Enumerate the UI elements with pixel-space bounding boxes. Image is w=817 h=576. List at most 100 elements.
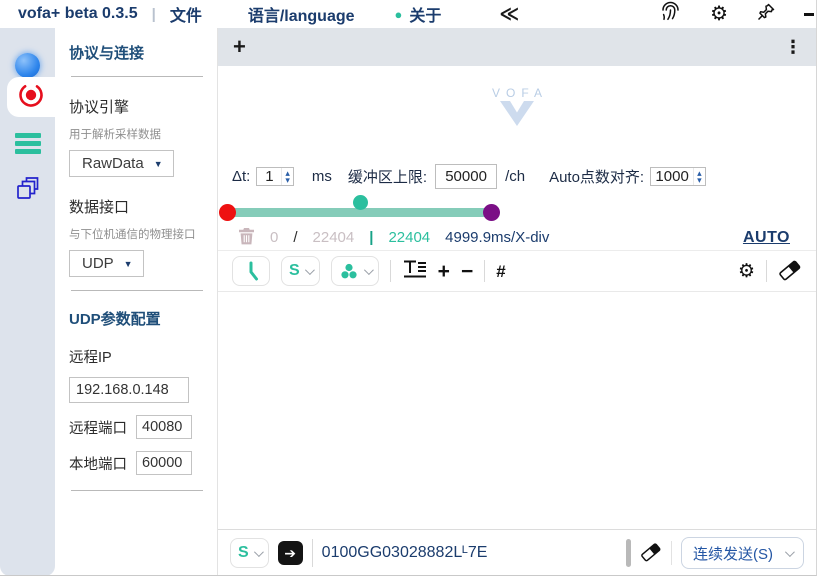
collapse-menu-icon[interactable]: ≪ <box>499 3 519 26</box>
auto-align-input[interactable] <box>651 168 693 185</box>
dt-input[interactable] <box>257 168 281 185</box>
zoom-out-button[interactable]: − <box>461 261 473 282</box>
send-format-button[interactable]: S <box>230 538 269 568</box>
local-port-label: 本地端口 <box>69 453 127 474</box>
interface-select[interactable]: UDP ▼ <box>69 250 144 277</box>
titlebar-divider: | <box>152 6 156 23</box>
remote-port-label: 远程端口 <box>69 417 127 438</box>
clear-send-eraser-icon[interactable] <box>640 540 662 567</box>
slider-start-handle[interactable] <box>219 204 236 221</box>
tab-bar: + ⋮ <box>218 28 816 66</box>
cleared-count: 0 <box>270 229 278 246</box>
toolbar-divider <box>484 260 485 282</box>
dt-label: Δt: <box>232 168 250 185</box>
interface-title: 数据接口 <box>69 196 205 217</box>
menu-about[interactable]: ● 关于 <box>395 2 442 26</box>
panel-divider <box>71 290 203 291</box>
settings-gear-icon[interactable]: ⚙ <box>710 4 728 24</box>
slider-end-handle[interactable] <box>483 204 500 221</box>
engine-select-value: RawData <box>82 155 144 172</box>
vofa-logo-icon <box>486 101 548 132</box>
sidebar-item-channels[interactable] <box>0 123 55 163</box>
menu-file[interactable]: 文件 <box>170 2 202 26</box>
plot-settings-gear-icon[interactable]: ⚙ <box>738 260 755 283</box>
cluster-dots-icon <box>339 261 359 281</box>
channel-group-button[interactable] <box>331 256 379 286</box>
count-slash: / <box>293 229 297 246</box>
spinner-down-icon[interactable]: ▾ <box>285 177 290 184</box>
xdiv-readout: 4999.9ms/X-div <box>445 229 549 246</box>
panel-divider <box>71 490 203 491</box>
chevron-down-icon <box>364 265 374 275</box>
dropdown-triangle-icon: ▼ <box>124 259 133 269</box>
received-count: 22404 <box>313 229 355 246</box>
auto-align-label: Auto点数对齐: <box>549 166 644 187</box>
add-tab-button[interactable]: + <box>233 36 246 58</box>
dt-spinbox[interactable]: ▴ ▾ <box>256 167 294 186</box>
toolbar-divider <box>766 260 767 282</box>
watermark-zone: VOFA <box>218 66 816 161</box>
vofa-watermark: VOFA <box>486 86 548 132</box>
count-separator: | <box>369 229 373 246</box>
minimize-icon[interactable] <box>804 13 814 16</box>
trash-icon[interactable] <box>238 227 255 249</box>
continuous-send-button[interactable]: 连续发送(S) <box>681 537 804 569</box>
tab-overflow-menu-icon[interactable]: ⋮ <box>784 37 802 58</box>
menu-language[interactable]: 语言/language <box>248 2 355 26</box>
plot-canvas[interactable] <box>218 292 816 529</box>
panel-divider <box>71 76 203 77</box>
send-message-input[interactable] <box>322 544 617 562</box>
record-icon <box>16 80 46 115</box>
continuous-send-label: 连续发送(S) <box>693 543 773 564</box>
remote-port-field[interactable] <box>136 415 192 439</box>
send-bar: S ➔ 连续发送(S) <box>218 529 816 576</box>
sampling-pause-button[interactable] <box>232 256 270 286</box>
connection-ball-icon <box>15 53 40 78</box>
pages-icon <box>14 175 41 207</box>
channels-bars-icon <box>15 133 41 154</box>
shown-count: 22404 <box>388 229 430 246</box>
pin-icon[interactable] <box>756 2 776 27</box>
spinner-down-icon[interactable]: ▾ <box>697 177 702 184</box>
main-area: + ⋮ VOFA Δt: <box>218 28 816 576</box>
menu-about-label: 关于 <box>409 2 441 26</box>
send-divider <box>671 541 672 565</box>
fingerprint-icon[interactable] <box>659 0 682 28</box>
buffer-unit-label: /ch <box>505 168 525 185</box>
series-letter: S <box>289 262 300 280</box>
interface-desc: 与下位机通信的物理接口 <box>69 226 205 242</box>
sidebar-item-record[interactable] <box>7 77 55 117</box>
send-format-letter: S <box>238 544 249 562</box>
buffer-status-row: 0 / 22404 | 22404 4999.9ms/X-div AUTO <box>218 225 816 251</box>
sidebar-item-pages[interactable] <box>0 171 55 211</box>
series-style-button[interactable]: S <box>281 256 320 286</box>
sampling-controls: Δt: ▴ ▾ ms 缓冲区上限: /ch Auto点数对齐: ▴ <box>218 161 816 192</box>
legend-text-button[interactable] <box>402 258 427 285</box>
slider-mid-handle[interactable] <box>353 195 368 210</box>
udp-config-title: UDP参数配置 <box>69 308 205 329</box>
connection-panel: 协议与连接 协议引擎 用于解析采样数据 RawData ▼ 数据接口 与下位机通… <box>55 28 218 576</box>
panel-title: 协议与连接 <box>69 42 205 63</box>
send-button[interactable]: ➔ <box>278 541 303 565</box>
dropdown-triangle-icon: ▼ <box>154 159 163 169</box>
vofa-window: vofa+ beta 0.3.5 | 文件 语言/language ● 关于 ≪… <box>0 0 817 576</box>
chevron-down-icon <box>785 547 795 557</box>
titlebar: vofa+ beta 0.3.5 | 文件 语言/language ● 关于 ≪… <box>0 0 816 28</box>
engine-desc: 用于解析采样数据 <box>69 126 205 142</box>
local-port-field[interactable] <box>136 451 192 475</box>
interface-select-value: UDP <box>82 255 114 272</box>
engine-select[interactable]: RawData ▼ <box>69 150 174 177</box>
remote-ip-field[interactable] <box>69 377 189 403</box>
buffer-limit-input[interactable] <box>435 164 497 189</box>
auto-align-spinbox[interactable]: ▴ ▾ <box>650 167 706 186</box>
dt-spinner[interactable]: ▴ ▾ <box>281 168 293 185</box>
watermark-text: VOFA <box>486 86 548 100</box>
buffer-limit-label: 缓冲区上限: <box>348 166 427 187</box>
toolbar-divider <box>390 260 391 282</box>
auto-align-spinner[interactable]: ▴ ▾ <box>693 168 705 185</box>
scroll-handle[interactable] <box>626 539 631 567</box>
clear-plot-eraser-icon[interactable] <box>778 257 802 286</box>
auto-scale-link[interactable]: AUTO <box>743 229 790 247</box>
grid-toggle-button[interactable]: # <box>496 263 505 280</box>
zoom-in-button[interactable]: + <box>438 261 450 282</box>
